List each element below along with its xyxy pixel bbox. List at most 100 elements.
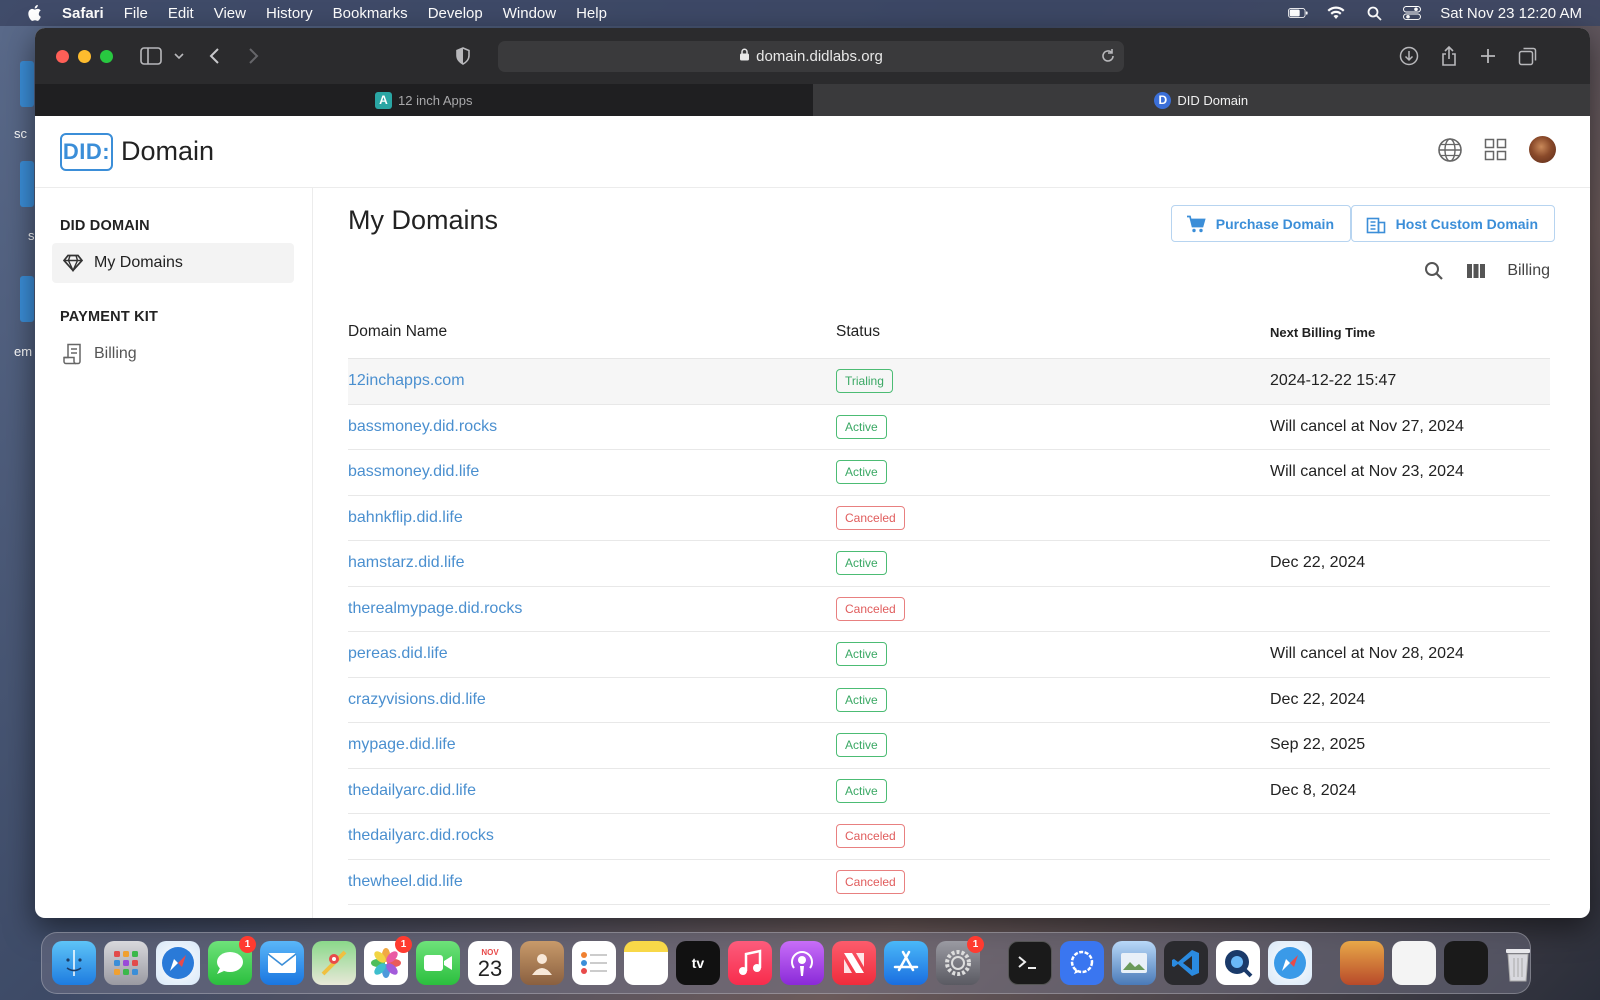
mail-app-icon[interactable] <box>260 941 304 985</box>
desktop-file-icon[interactable] <box>20 61 34 107</box>
table-row[interactable]: pereas.did.life Active Will cancel at Nov … <box>348 632 1550 678</box>
globe-icon[interactable] <box>1437 137 1463 163</box>
recent-document-thumbnail[interactable] <box>1444 941 1488 985</box>
wifi-icon[interactable] <box>1326 5 1346 21</box>
forward-icon[interactable] <box>241 44 265 68</box>
domain-link[interactable]: bassmoney.did.life <box>348 463 479 480</box>
table-row[interactable]: thedailyarc.did.rocks Canceled <box>348 814 1550 860</box>
facetime-app-icon[interactable] <box>416 941 460 985</box>
signal-app-icon[interactable] <box>1060 941 1104 985</box>
recent-document-thumbnail[interactable] <box>1340 941 1384 985</box>
preview-app-icon[interactable] <box>1112 941 1156 985</box>
menu-bookmarks[interactable]: Bookmarks <box>333 5 408 22</box>
system-settings-app-icon[interactable]: 1 <box>936 936 984 985</box>
table-row[interactable]: thewheel.did.life Canceled <box>348 860 1550 905</box>
sidebar-item-billing[interactable]: Billing <box>52 334 294 374</box>
podcasts-app-icon[interactable] <box>780 941 824 985</box>
close-window-button[interactable] <box>56 49 69 63</box>
domain-link[interactable]: pereas.did.life <box>348 645 448 662</box>
apple-menu-icon[interactable] <box>24 3 44 23</box>
table-row[interactable]: therealmypage.did.rocks Canceled <box>348 587 1550 632</box>
zoom-window-button[interactable] <box>100 49 113 63</box>
domain-link[interactable]: thedailyarc.did.life <box>348 782 476 799</box>
column-header-domain-name[interactable]: Domain Name <box>348 323 836 341</box>
news-app-icon[interactable] <box>832 941 876 985</box>
desktop-file-icon[interactable] <box>20 161 34 207</box>
table-row[interactable]: hamstarz.did.life Active Dec 22, 2024 <box>348 541 1550 587</box>
menu-develop[interactable]: Develop <box>428 5 483 22</box>
table-row[interactable]: mypage.did.life Active Sep 22, 2025 <box>348 723 1550 769</box>
purchase-domain-button[interactable]: Purchase Domain <box>1170 205 1351 242</box>
domain-link[interactable]: bassmoney.did.rocks <box>348 418 497 435</box>
quicktime-app-icon[interactable] <box>1216 941 1260 985</box>
domain-link[interactable]: crazyvisions.did.life <box>348 691 486 708</box>
control-center-icon[interactable] <box>1402 5 1422 21</box>
menubar-datetime[interactable]: Sat Nov 23 12:20 AM <box>1440 5 1582 22</box>
photos-app-icon[interactable]: 1 <box>364 936 412 985</box>
recent-document-thumbnail[interactable] <box>1392 941 1436 985</box>
terminal-app-icon[interactable] <box>1008 941 1052 985</box>
apple-tv-app-icon[interactable]: tv <box>676 941 720 985</box>
tab-overview-icon[interactable] <box>1516 44 1540 68</box>
desktop-file-icon[interactable] <box>20 276 34 322</box>
column-header-status[interactable]: Status <box>836 323 1270 341</box>
minimize-window-button[interactable] <box>78 49 91 63</box>
billing-link[interactable]: Billing <box>1507 262 1550 280</box>
spotlight-search-icon[interactable] <box>1364 5 1384 21</box>
tab-did-domain[interactable]: D DID Domain <box>812 84 1590 116</box>
notes-app-icon[interactable] <box>624 941 668 985</box>
table-row[interactable]: bahnkflip.did.life Canceled <box>348 496 1550 541</box>
app-store-app-icon[interactable] <box>884 941 928 985</box>
privacy-shield-icon[interactable] <box>451 44 475 68</box>
column-header-next-billing-time[interactable]: Next Billing Time <box>1270 325 1550 340</box>
domain-link[interactable]: hamstarz.did.life <box>348 554 465 571</box>
maps-app-icon[interactable] <box>312 941 356 985</box>
domain-link[interactable]: thedailyarc.did.rocks <box>348 827 494 844</box>
table-row[interactable]: crazyvisions.did.life Active Dec 22, 2024 <box>348 678 1550 723</box>
finder-app-icon[interactable] <box>52 941 96 985</box>
menu-history[interactable]: History <box>266 5 313 22</box>
table-row[interactable]: bassmoney.did.life Active Will cancel at N… <box>348 450 1550 496</box>
domain-link[interactable]: mypage.did.life <box>348 736 456 753</box>
table-row[interactable]: bassmoney.did.rocks Active Will cancel at … <box>348 405 1550 450</box>
music-app-icon[interactable] <box>728 941 772 985</box>
safari-technology-preview-app-icon[interactable] <box>1268 941 1312 985</box>
new-tab-icon[interactable] <box>1476 44 1500 68</box>
tab-12-inch-apps[interactable]: A 12 inch Apps <box>35 84 813 116</box>
domain-link[interactable]: thewheel.did.life <box>348 873 463 890</box>
downloads-icon[interactable] <box>1397 44 1421 68</box>
user-avatar[interactable] <box>1529 136 1556 163</box>
menu-file[interactable]: File <box>124 5 148 22</box>
menu-help[interactable]: Help <box>576 5 607 22</box>
contacts-app-icon[interactable] <box>520 941 564 985</box>
messages-app-icon[interactable]: 1 <box>208 936 256 985</box>
chevron-down-icon[interactable] <box>167 44 191 68</box>
search-icon[interactable] <box>1423 260 1445 282</box>
domain-link[interactable]: 12inchapps.com <box>348 372 465 389</box>
menu-edit[interactable]: Edit <box>168 5 194 22</box>
host-custom-domain-button[interactable]: Host Custom Domain <box>1350 205 1555 242</box>
domain-link[interactable]: bahnkflip.did.life <box>348 509 463 526</box>
share-icon[interactable] <box>1437 44 1461 68</box>
sidebar-item-my-domains[interactable]: My Domains <box>52 243 294 283</box>
menu-app-name[interactable]: Safari <box>62 5 104 22</box>
launchpad-app-icon[interactable] <box>104 941 148 985</box>
reload-icon[interactable] <box>1100 48 1116 64</box>
address-bar[interactable]: domain.didlabs.org <box>498 41 1124 72</box>
reminders-app-icon[interactable] <box>572 941 616 985</box>
table-row[interactable]: thedailyarc.did.life Active Dec 8, 2024 <box>348 769 1550 814</box>
back-icon[interactable] <box>203 44 227 68</box>
menu-view[interactable]: View <box>214 5 246 22</box>
calendar-app-icon[interactable]: NOV 23 <box>468 941 512 985</box>
menu-window[interactable]: Window <box>503 5 556 22</box>
table-row[interactable]: 12inchapps.com Trialing 2024-12-22 15:47 <box>348 359 1550 405</box>
sidebar-toggle-icon[interactable] <box>139 44 163 68</box>
apps-grid-icon[interactable] <box>1483 137 1509 163</box>
domain-link[interactable]: therealmypage.did.rocks <box>348 600 522 617</box>
battery-icon[interactable] <box>1288 5 1308 21</box>
safari-app-icon[interactable] <box>156 941 200 985</box>
trash-icon[interactable] <box>1496 941 1540 985</box>
vscode-app-icon[interactable] <box>1164 941 1208 985</box>
view-columns-icon[interactable] <box>1465 260 1487 282</box>
app-logo[interactable]: DID: Domain <box>60 132 214 171</box>
